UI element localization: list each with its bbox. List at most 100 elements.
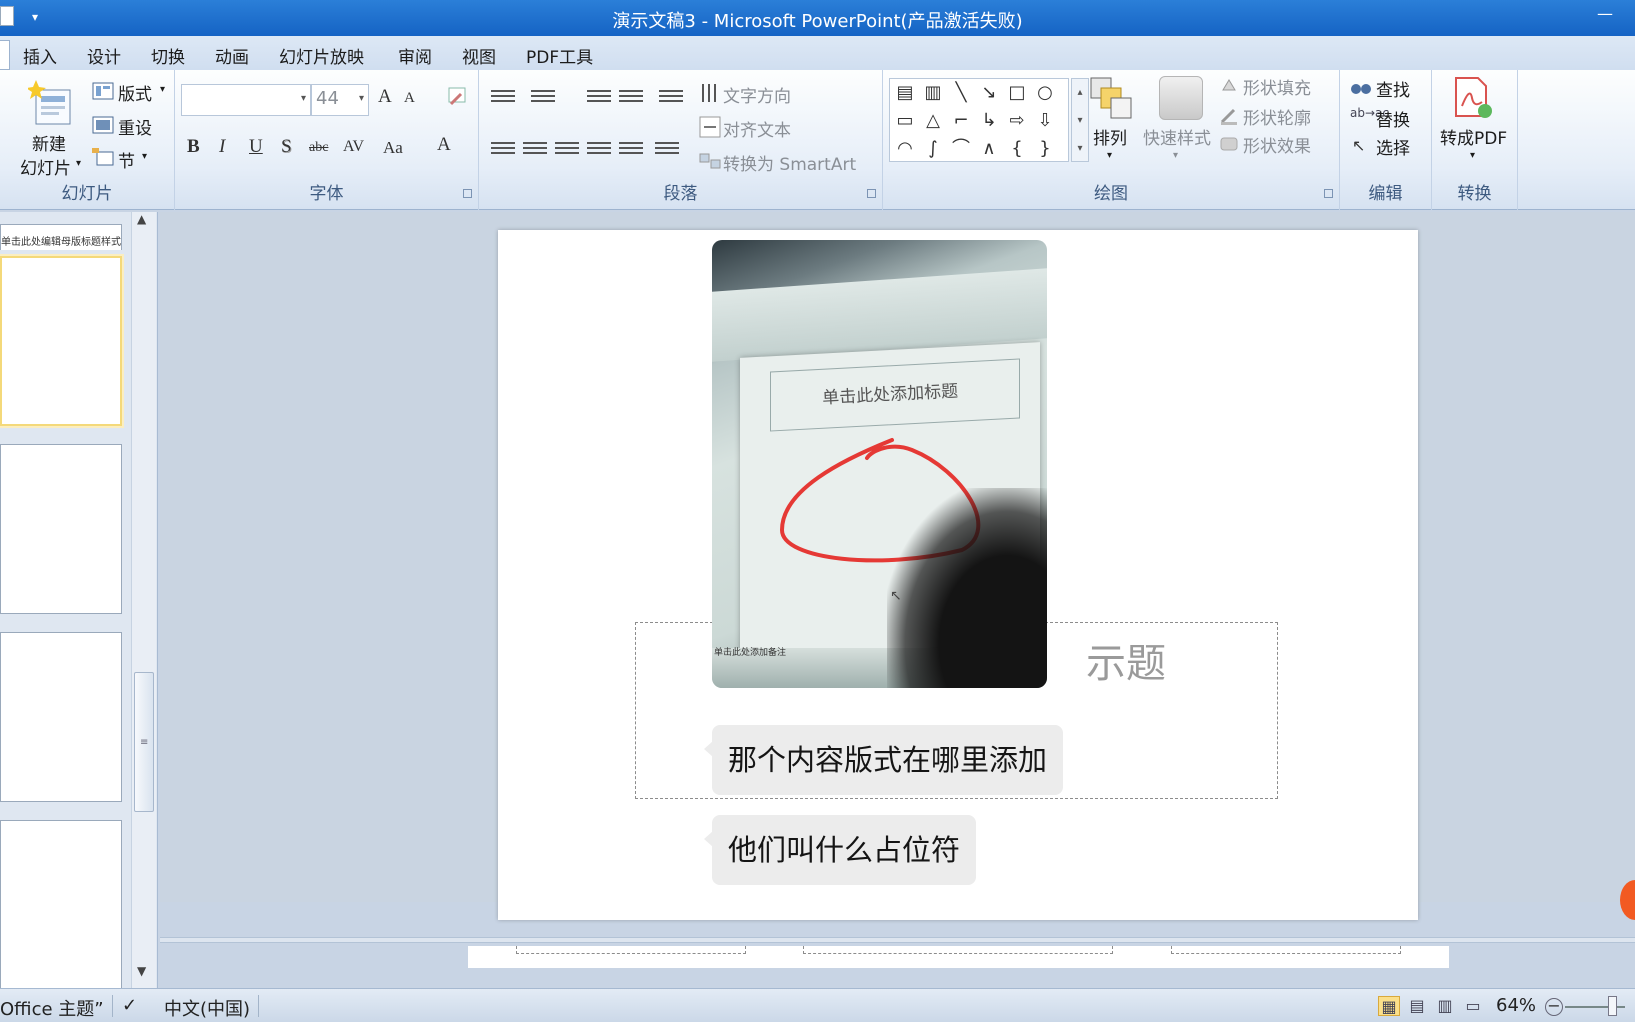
language-indicator[interactable]: 中文(中国) xyxy=(164,995,250,1021)
shapes-gallery-scroll[interactable]: ▴ ▾ ▾ xyxy=(1071,78,1089,162)
tab-slideshow[interactable]: 幻灯片放映 xyxy=(279,43,364,68)
elbow-arrow-shape-icon[interactable]: ↳ xyxy=(976,109,1002,133)
textbox-shape-icon[interactable]: ▤ xyxy=(892,81,918,105)
line-spacing-icon[interactable] xyxy=(659,90,683,108)
increase-indent-icon[interactable] xyxy=(619,90,643,108)
text-direction-button[interactable]: 文字方向 xyxy=(723,82,791,107)
replace-button[interactable]: 替换 xyxy=(1376,106,1410,131)
spellcheck-icon[interactable]: ✓ xyxy=(122,995,137,1016)
numbering-icon[interactable] xyxy=(531,90,555,108)
arrow-line-shape-icon[interactable]: ↘ xyxy=(976,81,1002,105)
scroll-up-icon[interactable]: ▲ xyxy=(137,212,146,226)
align-right-icon[interactable] xyxy=(555,142,579,160)
thumbnail-layout-selected[interactable] xyxy=(0,256,122,426)
quick-styles-button[interactable]: 快速样式 xyxy=(1143,124,1211,149)
decrease-indent-icon[interactable] xyxy=(587,90,611,108)
tab-view[interactable]: 视图 xyxy=(462,43,496,68)
font-name-combo[interactable]: ▾ xyxy=(181,84,311,116)
find-button[interactable]: 查找 xyxy=(1376,76,1410,101)
vertical-textbox-shape-icon[interactable]: ▥ xyxy=(920,81,946,105)
shape-fill-button[interactable]: 形状填充 xyxy=(1243,74,1311,99)
font-size-dropdown-icon[interactable]: ▾ xyxy=(359,93,364,104)
rectangle-shape-icon[interactable]: □ xyxy=(1004,81,1030,105)
drawing-dialog-launcher[interactable] xyxy=(1324,189,1333,198)
layout-button[interactable]: 版式 xyxy=(118,80,152,105)
zoom-slider-knob[interactable] xyxy=(1608,996,1617,1016)
thumbnail-layout-2[interactable] xyxy=(0,444,122,614)
arrange-button[interactable]: 排列 xyxy=(1093,124,1127,149)
shadow-button[interactable]: S xyxy=(281,136,292,158)
font-dialog-launcher[interactable] xyxy=(463,189,472,198)
arrange-dropdown-icon[interactable]: ▾ xyxy=(1107,150,1112,161)
tab-design[interactable]: 设计 xyxy=(87,43,121,68)
right-brace-shape-icon[interactable]: } xyxy=(1032,137,1058,161)
notes-divider[interactable] xyxy=(160,937,1635,943)
section-dropdown-icon[interactable]: ▾ xyxy=(142,151,147,162)
right-arrow-shape-icon[interactable]: ⇨ xyxy=(1004,109,1030,133)
tab-animations[interactable]: 动画 xyxy=(215,43,249,68)
tab-insert[interactable]: 插入 xyxy=(23,43,57,68)
underline-button[interactable]: U xyxy=(249,136,263,158)
tab-review[interactable]: 审阅 xyxy=(398,43,432,68)
convert-smartart-button[interactable]: 转换为 SmartArt xyxy=(723,150,856,175)
align-text-button[interactable]: 对齐文本 xyxy=(723,116,791,141)
reset-button[interactable]: 重设 xyxy=(118,114,152,139)
normal-view-button[interactable]: ▦ xyxy=(1378,996,1400,1016)
tab-file-stub[interactable] xyxy=(0,40,10,70)
align-center-icon[interactable] xyxy=(523,142,547,160)
curve-shape-icon[interactable]: ∧ xyxy=(976,137,1002,161)
shape-effects-button[interactable]: 形状效果 xyxy=(1243,132,1311,157)
triangle-shape-icon[interactable]: △ xyxy=(920,109,946,133)
section-button[interactable]: 节 xyxy=(118,147,135,172)
rounded-rect-shape-icon[interactable]: ▭ xyxy=(892,109,918,133)
freeform-shape-icon[interactable]: ◠ xyxy=(892,137,918,161)
reading-view-button[interactable]: ▥ xyxy=(1434,996,1456,1016)
italic-button[interactable]: I xyxy=(219,136,225,158)
layout-dropdown-icon[interactable]: ▾ xyxy=(160,84,165,95)
font-color-button[interactable]: A xyxy=(437,134,451,156)
new-slide-label-2[interactable]: 幻灯片 xyxy=(20,154,71,179)
clear-formatting-icon[interactable] xyxy=(447,86,469,108)
bullets-icon[interactable] xyxy=(491,90,515,108)
tab-pdf-tools[interactable]: PDF工具 xyxy=(526,43,593,68)
arc-shape-icon[interactable]: ⌒ xyxy=(948,137,974,161)
grow-font-button[interactable]: A xyxy=(378,86,392,108)
font-name-dropdown-icon[interactable]: ▾ xyxy=(301,93,306,104)
select-button[interactable]: 选择 xyxy=(1376,134,1410,159)
new-slide-dropdown-icon[interactable]: ▾ xyxy=(76,158,81,169)
distributed-icon[interactable] xyxy=(619,142,643,160)
paragraph-dialog-launcher[interactable] xyxy=(867,189,876,198)
thumbnail-scrollbar[interactable]: ▲ ≡ ▼ xyxy=(131,212,156,988)
columns-icon[interactable] xyxy=(655,142,679,160)
scroll-thumb[interactable]: ≡ xyxy=(134,672,154,812)
char-spacing-button[interactable]: AV xyxy=(343,138,364,156)
oval-shape-icon[interactable]: ○ xyxy=(1032,81,1058,105)
font-size-combo[interactable]: 44 ▾ xyxy=(311,84,369,116)
quick-styles-dropdown-icon[interactable]: ▾ xyxy=(1173,150,1178,161)
shapes-gallery[interactable]: ▤ ▥ ╲ ↘ □ ○ ▭ △ ⌐ ↳ ⇨ ⇩ ◠ ∫ ⌒ ∧ { } xyxy=(889,78,1069,162)
left-brace-shape-icon[interactable]: { xyxy=(1004,137,1030,161)
strikethrough-button[interactable]: abc xyxy=(309,140,328,156)
change-case-button[interactable]: Aa xyxy=(383,138,403,158)
convert-pdf-dropdown-icon[interactable]: ▾ xyxy=(1470,150,1475,161)
tab-transitions[interactable]: 切换 xyxy=(151,43,185,68)
align-left-icon[interactable] xyxy=(491,142,515,160)
minimize-button[interactable]: — xyxy=(1597,4,1613,23)
down-arrow-shape-icon[interactable]: ⇩ xyxy=(1032,109,1058,133)
line-shape-icon[interactable]: ╲ xyxy=(948,81,974,105)
convert-pdf-button[interactable]: 转成PDF xyxy=(1440,124,1507,149)
zoom-out-button[interactable]: − xyxy=(1545,998,1563,1016)
zoom-level[interactable]: 64% xyxy=(1496,995,1536,1016)
scribble-shape-icon[interactable]: ∫ xyxy=(920,137,946,161)
thumbnail-layout-4[interactable] xyxy=(0,820,122,990)
shape-outline-button[interactable]: 形状轮廓 xyxy=(1243,104,1311,129)
elbow-connector-shape-icon[interactable]: ⌐ xyxy=(948,109,974,133)
scroll-down-icon[interactable]: ▼ xyxy=(137,964,146,978)
new-slide-label-1[interactable]: 新建 xyxy=(32,130,66,155)
shrink-font-button[interactable]: A xyxy=(404,90,415,107)
bold-button[interactable]: B xyxy=(187,136,200,158)
slide-sorter-view-button[interactable]: ▤ xyxy=(1406,996,1428,1016)
justify-icon[interactable] xyxy=(587,142,611,160)
thumbnail-layout-3[interactable] xyxy=(0,632,122,802)
slideshow-view-button[interactable]: ▭ xyxy=(1462,996,1484,1016)
